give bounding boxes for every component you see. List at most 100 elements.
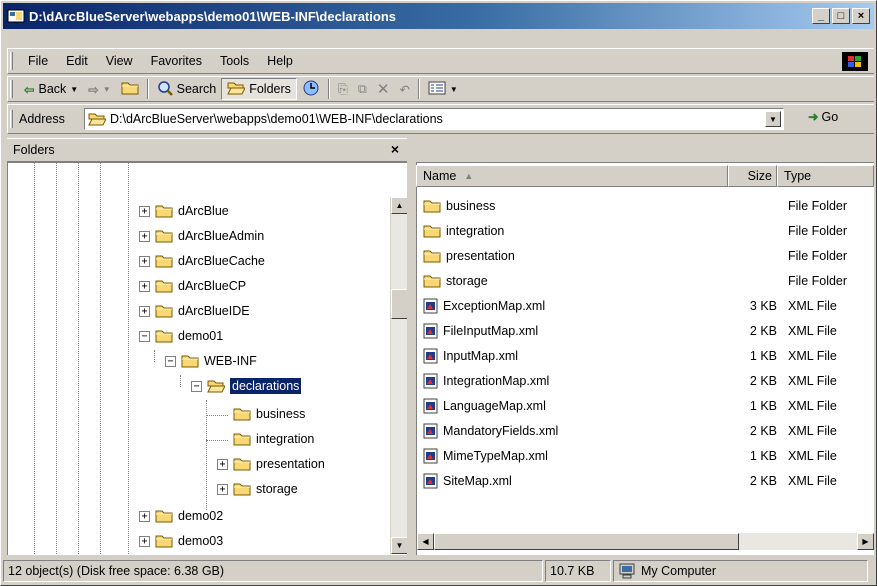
views-button[interactable]: ▼ [423, 78, 463, 100]
menu-favorites[interactable]: Favorites [142, 54, 211, 68]
folders-pane-header: Folders × [7, 138, 407, 162]
views-icon [428, 81, 446, 98]
folders-label: Folders [249, 82, 291, 96]
hscroll-thumb[interactable] [434, 533, 739, 550]
expand-icon[interactable]: + [139, 535, 150, 547]
folder-tree-scrollbar[interactable]: ▲ ▼ [390, 197, 407, 554]
scroll-up-icon[interactable]: ▲ [391, 197, 407, 214]
expand-icon[interactable]: + [139, 280, 150, 292]
tree-item-darcbluecache[interactable]: + dArcBlueCache [139, 250, 265, 272]
tree-item-demo02[interactable]: + demo02 [139, 505, 223, 527]
back-label: Back [38, 82, 67, 96]
minimize-button[interactable]: _ [812, 8, 830, 24]
list-item[interactable]: FileInputMap.xml 2 KB XML File [423, 318, 863, 343]
menu-view[interactable]: View [97, 54, 142, 68]
tree-item-declarations[interactable]: − declarations [191, 375, 302, 397]
up-folder-button[interactable] [116, 78, 144, 100]
collapse-icon[interactable]: − [165, 355, 176, 367]
file-name: SiteMap.xml [443, 473, 512, 488]
forward-button[interactable]: ⇨ ▼ [83, 78, 115, 100]
tree-item-darcblueide[interactable]: + dArcBlueIDE [139, 300, 250, 322]
list-item[interactable]: MimeTypeMap.xml 1 KB XML File [423, 443, 863, 468]
file-size: 2 KB [749, 373, 777, 388]
tree-item-integration[interactable]: integration [217, 428, 314, 450]
expand-icon[interactable]: + [139, 205, 150, 217]
expand-icon[interactable]: + [217, 458, 228, 470]
file-list-hscrollbar[interactable]: ◀ ▶ [417, 533, 874, 550]
close-button[interactable]: × [852, 8, 870, 24]
folder-icon [155, 304, 173, 318]
list-item[interactable]: LanguageMap.xml 1 KB XML File [423, 393, 863, 418]
tree-item-darcblueadmin[interactable]: + dArcBlueAdmin [139, 225, 264, 247]
file-name: MimeTypeMap.xml [443, 448, 548, 463]
scroll-thumb[interactable] [391, 289, 407, 319]
collapse-icon[interactable]: − [191, 380, 202, 392]
tree-item-presentation[interactable]: + presentation [217, 453, 325, 475]
tree-item-business[interactable]: business [217, 403, 305, 425]
tree-guide-line [128, 163, 129, 555]
tree-guide-line [180, 375, 181, 387]
search-icon [157, 80, 173, 99]
folders-icon [227, 81, 245, 98]
go-button[interactable]: ➜ Go [808, 109, 838, 125]
back-dropdown-icon[interactable]: ▼ [70, 85, 78, 94]
list-item[interactable]: InputMap.xml 1 KB XML File [423, 343, 863, 368]
folders-pane-close-icon[interactable]: × [391, 141, 399, 157]
scroll-down-icon[interactable]: ▼ [391, 537, 407, 554]
column-header-name[interactable]: Name ▲ [416, 165, 728, 187]
list-item[interactable]: IntegrationMap.xml 2 KB XML File [423, 368, 863, 393]
list-item[interactable]: storage File Folder [423, 268, 863, 293]
expand-icon[interactable]: + [139, 230, 150, 242]
tree-item-darcbluecp[interactable]: + dArcBlueCP [139, 275, 246, 297]
toolbar-grip[interactable] [10, 80, 13, 98]
menu-file[interactable]: File [19, 54, 57, 68]
expand-icon[interactable]: + [217, 483, 228, 495]
copy-to-button[interactable]: ⧉ [353, 78, 372, 100]
list-item[interactable]: SiteMap.xml 2 KB XML File [423, 468, 863, 493]
file-type: File Folder [788, 248, 848, 263]
tree-item-web-inf[interactable]: − WEB-INF [165, 350, 257, 372]
tree-item-label: dArcBlueCP [178, 279, 247, 293]
tree-item-label: demo02 [178, 509, 224, 523]
title-bar[interactable]: D:\dArcBlueServer\webapps\demo01\WEB-INF… [3, 3, 874, 29]
menu-tools[interactable]: Tools [211, 54, 258, 68]
list-item[interactable]: presentation File Folder [423, 243, 863, 268]
tree-item-demo03[interactable]: + demo03 [139, 530, 223, 552]
search-button[interactable]: Search [152, 78, 222, 100]
folders-button[interactable]: Folders [221, 78, 297, 100]
file-list[interactable]: business File Folder integration File Fold… [416, 162, 874, 555]
back-button[interactable]: ⇦ Back ▼ [19, 78, 83, 100]
move-to-button[interactable]: ⎘ [333, 78, 353, 100]
history-button[interactable] [297, 78, 325, 100]
scroll-right-icon[interactable]: ▶ [857, 533, 874, 550]
column-header-type[interactable]: Type [777, 165, 874, 187]
file-name: storage [446, 273, 488, 288]
address-dropdown-icon[interactable]: ▼ [765, 111, 781, 127]
expand-icon[interactable]: + [139, 510, 150, 522]
forward-dropdown-icon[interactable]: ▼ [103, 85, 111, 94]
expand-icon[interactable]: + [139, 305, 150, 317]
list-item[interactable]: business File Folder [423, 193, 863, 218]
menu-help[interactable]: Help [258, 54, 302, 68]
delete-button[interactable]: ✕ [372, 78, 395, 100]
list-item[interactable]: MandatoryFields.xml 2 KB XML File [423, 418, 863, 443]
list-item[interactable]: ExceptionMap.xml 3 KB XML File [423, 293, 863, 318]
open-folder-icon [207, 379, 225, 393]
column-label: Size [747, 169, 772, 183]
column-header-size[interactable]: Size [728, 165, 777, 187]
address-grip[interactable] [10, 110, 13, 128]
menu-edit[interactable]: Edit [57, 54, 97, 68]
tree-item-darcblue[interactable]: + dArcBlue [139, 200, 229, 222]
list-item[interactable]: integration File Folder [423, 218, 863, 243]
undo-button[interactable]: ↶ [394, 78, 414, 100]
tree-item-storage[interactable]: + storage [217, 478, 298, 500]
scroll-left-icon[interactable]: ◀ [417, 533, 434, 550]
tree-item-demo01[interactable]: − demo01 [139, 325, 223, 347]
expand-icon[interactable]: + [139, 255, 150, 267]
maximize-button[interactable]: □ [832, 8, 850, 24]
folder-icon [155, 329, 173, 343]
collapse-icon[interactable]: − [139, 330, 150, 342]
folder-tree[interactable]: + dArcBlue + dArcBlueAdmin + dArcBlueCache … [7, 162, 407, 555]
menu-grip[interactable] [10, 52, 13, 70]
address-input[interactable]: D:\dArcBlueServer\webapps\demo01\WEB-INF… [84, 108, 784, 130]
